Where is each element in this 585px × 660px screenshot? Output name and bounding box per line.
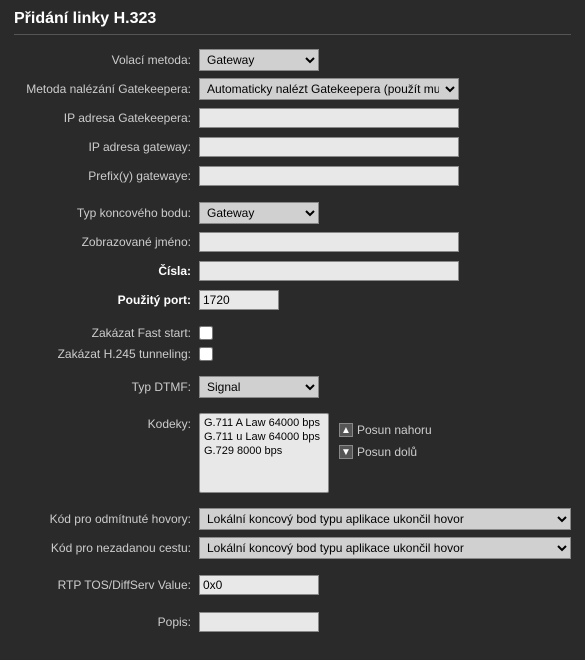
typ-dtmf-row: Typ DTMF: Signal InBand RFC2833	[14, 376, 571, 398]
posun-nahoru-icon: ▲	[339, 423, 353, 437]
posun-dolu-label: Posun dolů	[357, 445, 417, 459]
popis-label: Popis:	[14, 615, 199, 629]
prefix-row: Prefix(y) gatewaye:	[14, 165, 571, 187]
ip-gateway-label: IP adresa gateway:	[14, 140, 199, 154]
kodeky-label: Kodeky:	[14, 413, 199, 431]
kod-odmitnuty-row: Kód pro odmítnuté hovory: Lokální koncov…	[14, 508, 571, 530]
kod-odmitnuty-select[interactable]: Lokální koncový bod typu aplikace ukonči…	[199, 508, 571, 530]
zakazat-h245-checkbox[interactable]	[199, 347, 213, 361]
kod-nezadana-row: Kód pro nezadanou cestu: Lokální koncový…	[14, 537, 571, 559]
zobrazovane-jmeno-input[interactable]	[199, 232, 459, 252]
ip-gateway-row: IP adresa gateway:	[14, 136, 571, 158]
cisla-row: Čísla:	[14, 260, 571, 282]
rtp-tos-label: RTP TOS/DiffServ Value:	[14, 578, 199, 592]
popis-input[interactable]	[199, 612, 319, 632]
kod-odmitnuty-label: Kód pro odmítnuté hovory:	[14, 512, 199, 526]
prefix-label: Prefix(y) gatewaye:	[14, 169, 199, 183]
main-container: Přidání linky H.323 Volací metoda: Gatew…	[0, 0, 585, 660]
posun-dolu-button[interactable]: ▼ Posun dolů	[339, 445, 432, 459]
metoda-nalezani-select[interactable]: Automaticky nalézt Gatekeepera (použít m…	[199, 78, 459, 100]
volaci-metoda-label: Volací metoda:	[14, 53, 199, 67]
zobrazovane-jmeno-label: Zobrazované jméno:	[14, 235, 199, 249]
pouzity-port-input[interactable]	[199, 290, 279, 310]
kodeky-buttons: ▲ Posun nahoru ▼ Posun dolů	[339, 413, 432, 459]
cisla-input[interactable]	[199, 261, 459, 281]
pouzity-port-label: Použitý port:	[14, 293, 199, 307]
posun-nahoru-button[interactable]: ▲ Posun nahoru	[339, 423, 432, 437]
ip-gateway-input[interactable]	[199, 137, 459, 157]
posun-nahoru-label: Posun nahoru	[357, 423, 432, 437]
zobrazovane-jmeno-row: Zobrazované jméno:	[14, 231, 571, 253]
typ-koncoveho-bodu-row: Typ koncového bodu: Gateway Terminal	[14, 202, 571, 224]
rtp-tos-input[interactable]	[199, 575, 319, 595]
volaci-metoda-select[interactable]: Gateway Gatekeeper	[199, 49, 319, 71]
metoda-nalezani-row: Metoda nalézání Gatekeepera: Automaticky…	[14, 78, 571, 100]
zakazat-fast-start-label: Zakázat Fast start:	[14, 326, 199, 340]
pouzity-port-row: Použitý port:	[14, 289, 571, 311]
posun-dolu-icon: ▼	[339, 445, 353, 459]
ip-gatekeeper-label: IP adresa Gatekeepera:	[14, 111, 199, 125]
ip-gatekeeper-row: IP adresa Gatekeepera:	[14, 107, 571, 129]
popis-row: Popis:	[14, 611, 571, 633]
zakazat-h245-label: Zakázat H.245 tunneling:	[14, 347, 199, 361]
typ-dtmf-select[interactable]: Signal InBand RFC2833	[199, 376, 319, 398]
rtp-tos-row: RTP TOS/DiffServ Value:	[14, 574, 571, 596]
kodeky-listbox[interactable]: G.711 A Law 64000 bps G.711 u Law 64000 …	[199, 413, 329, 493]
typ-koncoveho-bodu-label: Typ koncového bodu:	[14, 206, 199, 220]
ip-gatekeeper-input[interactable]	[199, 108, 459, 128]
kod-nezadana-label: Kód pro nezadanou cestu:	[14, 541, 199, 555]
typ-koncoveho-bodu-select[interactable]: Gateway Terminal	[199, 202, 319, 224]
typ-dtmf-label: Typ DTMF:	[14, 380, 199, 394]
zakazat-h245-row: Zakázat H.245 tunneling:	[14, 347, 571, 361]
prefix-input[interactable]	[199, 166, 459, 186]
kodeky-section: Kodeky: G.711 A Law 64000 bps G.711 u La…	[14, 413, 571, 493]
kod-nezadana-select[interactable]: Lokální koncový bod typu aplikace ukonči…	[199, 537, 571, 559]
zakazat-fast-start-row: Zakázat Fast start:	[14, 326, 571, 340]
volaci-metoda-row: Volací metoda: Gateway Gatekeeper	[14, 49, 571, 71]
metoda-nalezani-label: Metoda nalézání Gatekeepera:	[14, 82, 199, 96]
cisla-label: Čísla:	[14, 264, 199, 278]
page-title: Přidání linky H.323	[14, 10, 571, 35]
zakazat-fast-start-checkbox[interactable]	[199, 326, 213, 340]
